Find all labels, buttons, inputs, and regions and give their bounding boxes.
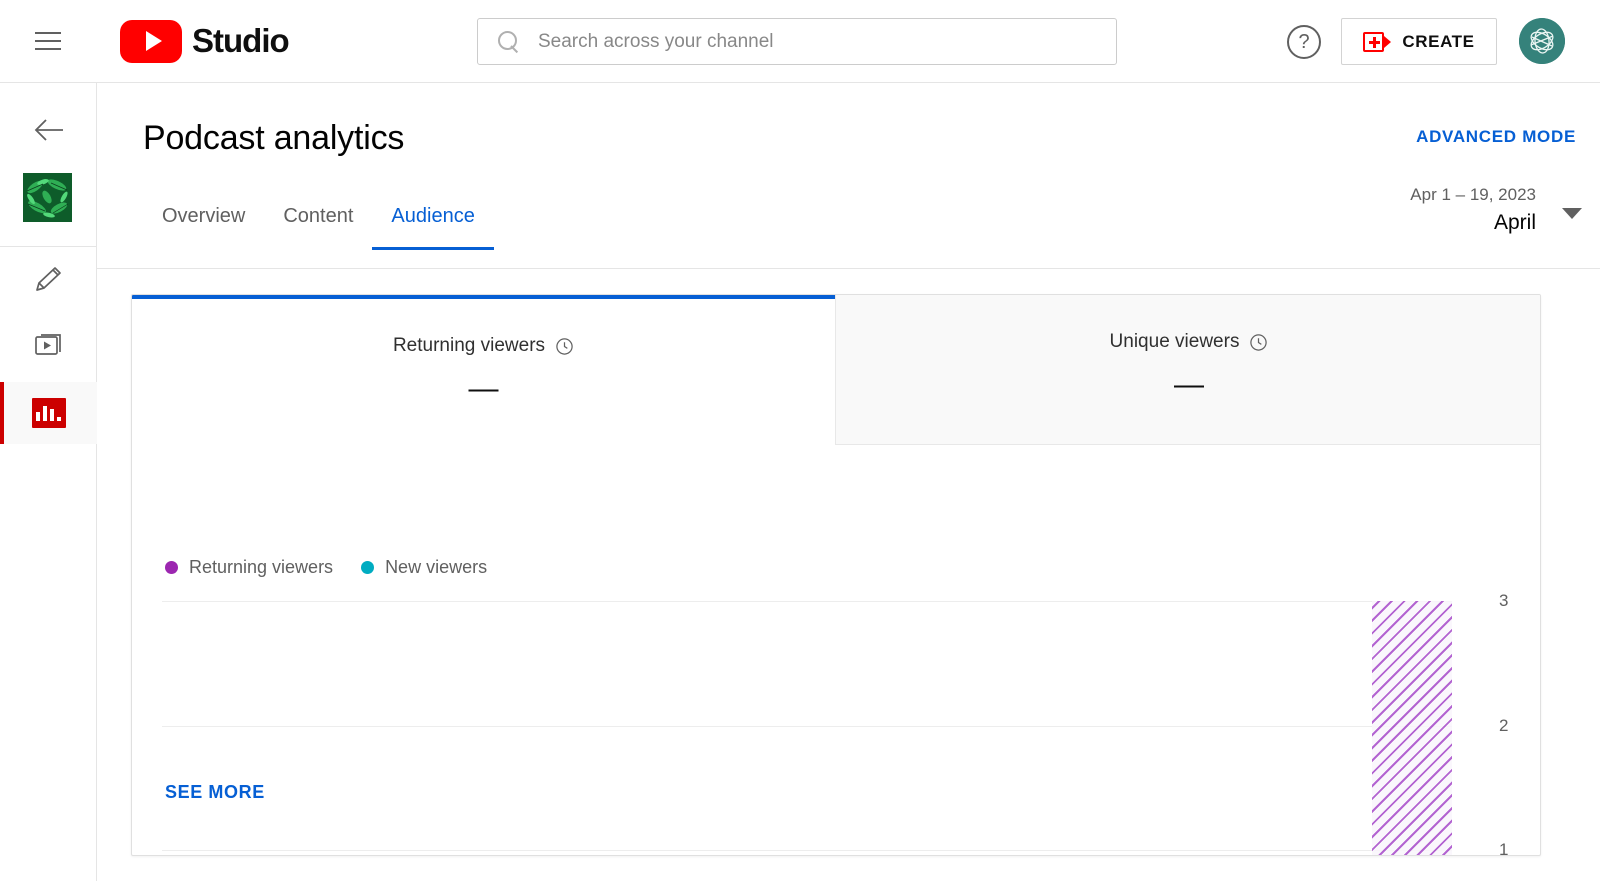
sidebar-item-customization[interactable] xyxy=(0,249,97,311)
metric-value: — xyxy=(468,372,499,405)
legend-label: New viewers xyxy=(385,557,488,577)
main-content: Podcast analytics ADVANCED MODE Apr 1 – … xyxy=(97,83,1600,881)
metric-tab-row: Returning viewers — Unique viewers — xyxy=(132,295,1540,445)
sidebar-divider xyxy=(0,246,97,247)
hamburger-bar xyxy=(35,48,61,50)
top-header: Studio ? CREATE xyxy=(0,0,1600,83)
y-axis-label: 1 xyxy=(1499,840,1509,856)
y-axis-label: 3 xyxy=(1499,591,1509,610)
search-box[interactable] xyxy=(477,18,1117,65)
see-more-link[interactable]: SEE MORE xyxy=(165,782,265,803)
channel-thumbnail-image xyxy=(23,173,72,222)
date-range-label: Apr 1 – 19, 2023 xyxy=(1410,185,1536,204)
metric-header: Returning viewers xyxy=(393,335,574,357)
create-button[interactable]: CREATE xyxy=(1341,18,1497,65)
y-axis-label: 2 xyxy=(1499,715,1509,735)
clock-icon[interactable] xyxy=(555,337,574,356)
legend-item[interactable]: New viewers xyxy=(361,557,487,578)
audience-chart-card: Returning viewers — Unique viewers — Ret… xyxy=(131,294,1541,856)
chart-legend: Returning viewers New viewers xyxy=(165,557,487,578)
page-title: Podcast analytics xyxy=(143,119,405,157)
video-player-icon xyxy=(34,334,61,355)
arrow-left-icon xyxy=(34,119,63,141)
video-camera-plus-icon xyxy=(1363,31,1392,52)
help-icon[interactable]: ? xyxy=(1287,25,1321,59)
avatar-graphic xyxy=(1519,18,1565,64)
tabs-divider xyxy=(97,268,1600,269)
metric-card-returning-viewers[interactable]: Returning viewers — xyxy=(132,295,835,445)
clock-icon[interactable] xyxy=(1249,333,1268,352)
legend-color-dot xyxy=(165,561,178,574)
channel-thumbnail[interactable] xyxy=(23,173,72,222)
legend-color-dot xyxy=(361,561,375,574)
analytics-tabs: Overview Content Audience xyxy=(143,205,495,250)
left-sidebar xyxy=(0,83,97,881)
grid-line xyxy=(162,601,1452,602)
metric-header: Unique viewers xyxy=(1110,331,1269,353)
hamburger-menu-icon[interactable] xyxy=(28,21,68,61)
play-triangle xyxy=(145,31,162,51)
chart-plot-area: Apr 1, 2023Apr 4, 2023Apr 7, 2023Apr 10,… xyxy=(162,591,1508,855)
legend-item[interactable]: Returning viewers xyxy=(165,557,333,578)
tab-content[interactable]: Content xyxy=(264,205,372,250)
search-icon xyxy=(498,30,520,53)
metric-label: Unique viewers xyxy=(1109,331,1240,352)
grid-line xyxy=(162,850,1452,852)
bar-chart-icon xyxy=(31,398,66,428)
sidebar-item-content[interactable] xyxy=(0,314,97,376)
grid-line xyxy=(162,725,1452,727)
chevron-down-icon[interactable] xyxy=(1562,208,1582,219)
hamburger-bar xyxy=(35,32,61,34)
brand-label: Studio xyxy=(192,22,290,59)
date-period-label: April xyxy=(1493,211,1536,234)
metric-value: — xyxy=(1174,368,1204,401)
advanced-mode-link[interactable]: ADVANCED MODE xyxy=(1416,127,1576,147)
studio-logo[interactable]: Studio xyxy=(120,19,290,63)
incomplete-data-region xyxy=(1372,601,1452,855)
tab-audience[interactable]: Audience xyxy=(372,205,495,250)
date-range-selector[interactable]: Apr 1 – 19, 2023 April xyxy=(1410,182,1536,238)
hamburger-bar xyxy=(35,40,61,42)
pencil-icon xyxy=(35,267,61,291)
metric-card-unique-viewers[interactable]: Unique viewers — xyxy=(835,295,1540,445)
legend-label: Returning viewers xyxy=(189,557,334,577)
back-button[interactable] xyxy=(30,111,68,149)
create-button-label: CREATE xyxy=(1402,31,1475,51)
tab-overview[interactable]: Overview xyxy=(143,205,264,250)
search-input[interactable] xyxy=(538,30,1078,53)
metric-label: Returning viewers xyxy=(392,335,546,356)
avatar[interactable] xyxy=(1519,18,1565,64)
youtube-play-icon xyxy=(120,19,182,63)
sidebar-item-analytics[interactable] xyxy=(0,382,97,444)
